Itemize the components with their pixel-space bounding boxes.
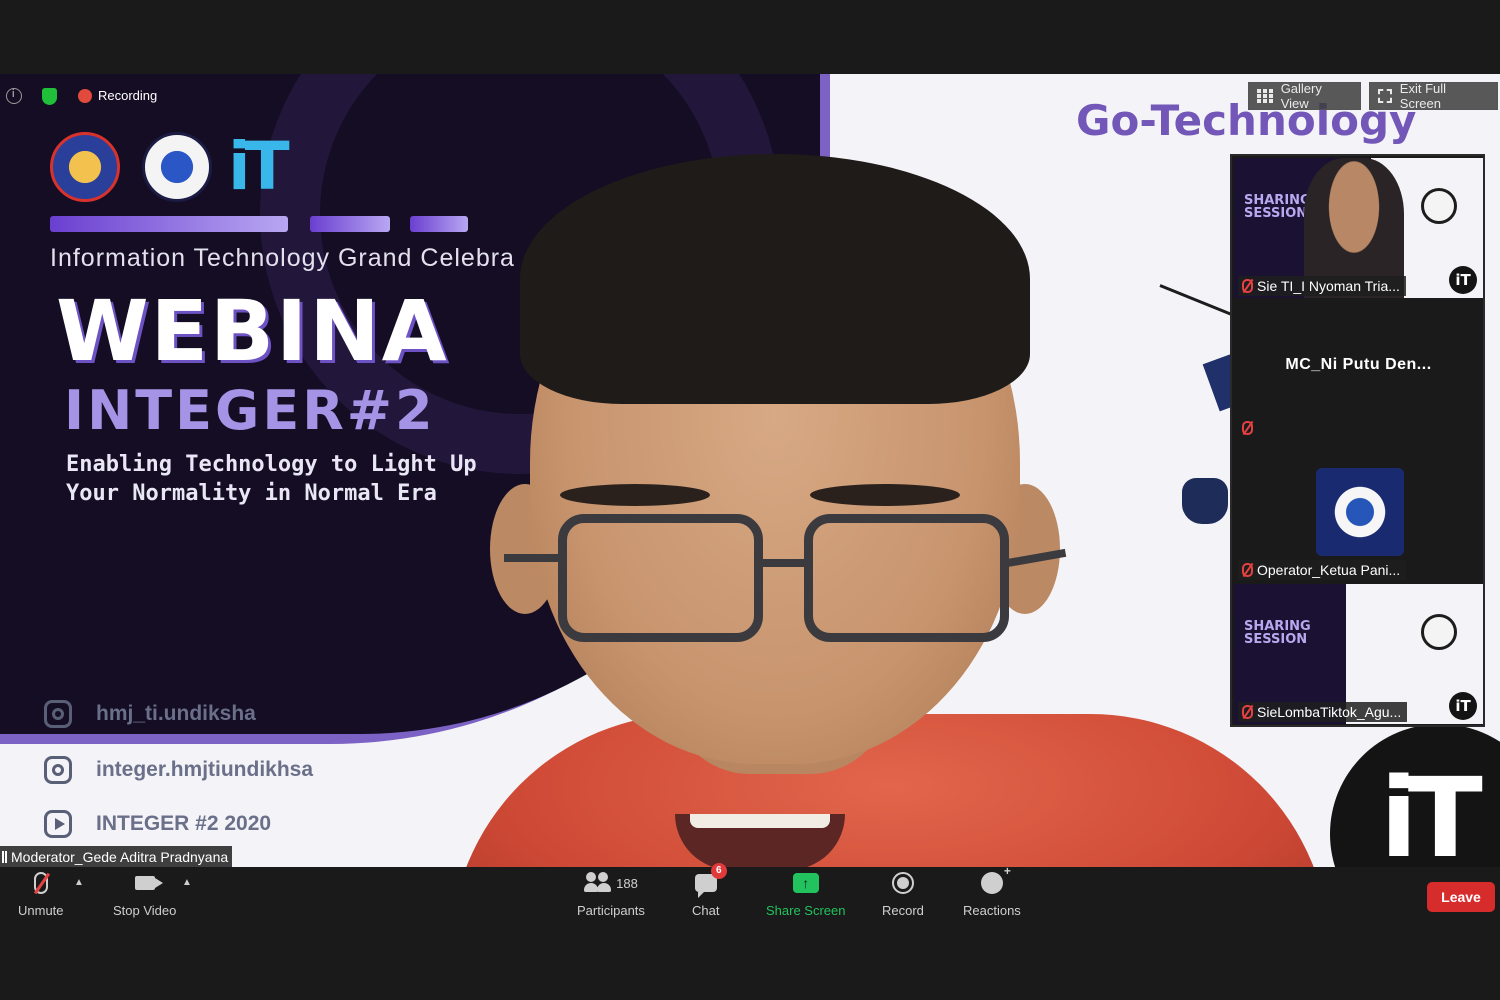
organization-logo xyxy=(1316,468,1404,556)
participants-button[interactable]: 188 Participants xyxy=(577,871,645,918)
stop-video-label: Stop Video xyxy=(113,903,177,918)
participant-name-tag: SieLombaTiktok_Agu... xyxy=(1238,702,1408,722)
exit-full-screen-button[interactable]: Exit Full Screen xyxy=(1369,81,1498,111)
chat-button[interactable]: 6 Chat xyxy=(692,863,727,918)
top-black-bar xyxy=(0,0,1500,74)
unmute-button[interactable]: Unmute xyxy=(18,871,64,918)
reactions-button[interactable]: Reactions xyxy=(963,864,1021,918)
participants-count: 188 xyxy=(616,875,638,891)
reaction-smiley-icon xyxy=(980,864,1011,894)
thumb-slide-title: SHARING SESSION xyxy=(1244,194,1311,220)
gallery-view-label: Gallery View xyxy=(1280,81,1322,111)
chat-label: Chat xyxy=(692,903,720,918)
record-button[interactable]: Record xyxy=(882,871,924,918)
stop-video-button[interactable]: Stop Video xyxy=(113,871,176,918)
it-logo: iT xyxy=(1449,266,1477,294)
slide-subtitle: INTEGER#2 xyxy=(64,379,436,442)
robot-icon xyxy=(1421,188,1457,224)
meeting-toolbar: Unmute ▲ Stop Video ▲ 188 Participants 6… xyxy=(0,863,1500,933)
social-handle: integer.hmjtiundikhsa xyxy=(96,758,314,781)
thumb-slide-title-2: SESSION xyxy=(1244,206,1308,221)
participant-name: Operator_Ketua Pani... xyxy=(1257,562,1401,578)
participant-name-tag: Operator_Ketua Pani... xyxy=(1238,560,1407,580)
muted-mic-icon xyxy=(1242,563,1253,577)
youtube-icon xyxy=(44,810,72,838)
social-instagram-2: integer.hmjtiundikhsa xyxy=(44,756,313,784)
unmute-label: Unmute xyxy=(18,903,64,918)
social-instagram-1: hmj_ti.undiksha xyxy=(44,700,256,728)
reactions-label: Reactions xyxy=(963,903,1021,918)
grid-icon xyxy=(1257,89,1273,103)
camera-icon xyxy=(134,876,163,890)
muted-mic-icon xyxy=(1242,279,1253,293)
share-screen-icon xyxy=(792,873,819,893)
speaker-brow xyxy=(810,484,960,506)
active-speaker-name: Moderator_Gede Aditra Pradnyana xyxy=(11,849,229,865)
participant-name: SieLombaTiktok_Agu... xyxy=(1257,704,1402,720)
speaker-glasses-left xyxy=(558,514,763,642)
tagline-line-1: Enabling Technology to Light Up xyxy=(66,452,477,477)
slide-tagline: Enabling Technology to Light Up Your Nor… xyxy=(66,450,526,508)
muted-mic-icon xyxy=(33,872,48,894)
record-label: Record xyxy=(882,903,924,918)
exit-fullscreen-icon xyxy=(1378,89,1392,103)
participant-name: MC_Ni Putu Den... xyxy=(1285,356,1432,373)
participant-tile[interactable]: SHARING SESSION iT SieLombaTiktok_Agu... xyxy=(1234,584,1483,724)
robot-hand xyxy=(1182,478,1228,524)
participant-tile[interactable]: MC_Ni Putu Den... xyxy=(1234,300,1483,440)
instagram-icon xyxy=(44,700,72,728)
social-handle: hmj_ti.undiksha xyxy=(96,702,256,725)
participants-label: Participants xyxy=(577,903,645,918)
instagram-icon xyxy=(44,756,72,784)
active-speaker-name-tag: Moderator_Gede Aditra Pradnyana xyxy=(0,846,233,868)
thumb-slide-title: SHARING SESSION xyxy=(1244,620,1311,646)
speaker-glasses-right xyxy=(804,514,1009,642)
meeting-info-icon[interactable] xyxy=(6,88,22,104)
security-shield-icon[interactable] xyxy=(42,88,57,105)
participant-thumbnails[interactable]: SHARING SESSION iT Sie TI_I Nyoman Tria.… xyxy=(1230,154,1485,727)
video-options-caret-icon[interactable]: ▲ xyxy=(182,877,192,888)
participant-tile[interactable]: SHARING SESSION iT Sie TI_I Nyoman Tria.… xyxy=(1234,158,1483,298)
recording-icon xyxy=(78,89,92,103)
participant-mute-indicator xyxy=(1238,418,1259,438)
participant-name-tag: Sie TI_I Nyoman Tria... xyxy=(1238,276,1406,296)
tagline-line-2: Your Normality in Normal Era xyxy=(66,481,437,506)
muted-mic-icon xyxy=(1242,421,1253,435)
glasses-bridge xyxy=(762,559,806,567)
share-screen-button[interactable]: Share Screen xyxy=(766,871,846,918)
share-screen-label: Share Screen xyxy=(766,903,846,918)
audio-options-caret-icon[interactable]: ▲ xyxy=(74,877,84,888)
participants-icon xyxy=(584,872,612,894)
slide-headline: WEBINA xyxy=(56,282,449,380)
social-youtube: INTEGER #2 2020 xyxy=(44,810,271,838)
speaker-mouth xyxy=(675,814,845,867)
chat-unread-badge: 6 xyxy=(710,863,727,879)
gallery-view-button[interactable]: Gallery View xyxy=(1248,81,1361,111)
participant-tile[interactable]: Operator_Ketua Pani... xyxy=(1234,442,1483,582)
leave-button[interactable]: Leave xyxy=(1427,882,1495,912)
speaker-person xyxy=(450,154,1330,867)
glasses-temple xyxy=(504,554,564,562)
muted-mic-icon xyxy=(1242,705,1253,719)
recording-label: Recording xyxy=(98,88,158,103)
slide-brand: Go-Technology xyxy=(1076,96,1417,145)
hmj-logo xyxy=(142,132,212,202)
exit-full-screen-label: Exit Full Screen xyxy=(1399,81,1447,111)
it-logo: iT xyxy=(228,128,290,205)
it-logo-large-text: iT xyxy=(1380,754,1483,867)
speaker-brow xyxy=(560,484,710,506)
participant-name: Sie TI_I Nyoman Tria... xyxy=(1257,278,1400,294)
it-logo-large: iT xyxy=(1330,724,1500,867)
speaker-hair xyxy=(520,154,1030,404)
social-handle: INTEGER #2 2020 xyxy=(96,812,272,835)
university-logo xyxy=(50,132,120,202)
record-icon xyxy=(891,872,914,894)
it-logo: iT xyxy=(1449,692,1477,720)
robot-icon xyxy=(1421,614,1457,650)
audio-level-icon xyxy=(2,851,7,863)
slide-event-title: Information Technology Grand Celebra xyxy=(50,244,515,272)
thumb-slide-title-2: SESSION xyxy=(1244,632,1308,647)
